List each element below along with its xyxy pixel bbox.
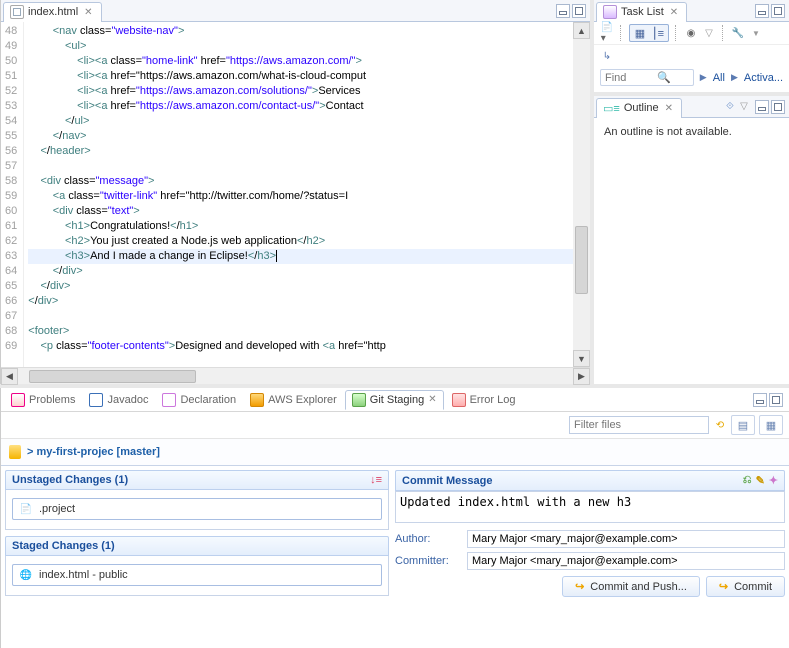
file-label: index.html - public: [39, 569, 128, 581]
file-icon: 📄: [19, 502, 33, 516]
committer-label: Committer:: [395, 555, 461, 567]
maximize-icon[interactable]: [769, 393, 783, 407]
task-find-field[interactable]: [605, 72, 653, 84]
maximize-icon[interactable]: [771, 100, 785, 114]
commit-message-panel: Commit Message ⎌ ✎ ✦: [395, 470, 785, 526]
expand-icon[interactable]: ▶: [731, 72, 738, 83]
task-filter-all[interactable]: All: [713, 72, 725, 84]
staged-title: Staged Changes (1): [12, 540, 115, 552]
repository-icon: [9, 445, 21, 459]
aws-icon: [250, 393, 264, 407]
task-find-input[interactable]: 🔍: [600, 69, 694, 86]
outline-icon: ▭≡: [603, 102, 620, 115]
refresh-icon[interactable]: ⟲: [713, 418, 727, 432]
unstaged-title: Unstaged Changes (1): [12, 474, 128, 486]
changeid-icon[interactable]: ✦: [769, 474, 778, 487]
committer-input[interactable]: [467, 552, 785, 570]
tab-error-log[interactable]: Error Log: [446, 391, 522, 409]
synchronize-icon[interactable]: 🔧: [731, 26, 745, 40]
author-input[interactable]: [467, 530, 785, 548]
commit-and-push-button[interactable]: ↪Commit and Push...: [562, 576, 700, 597]
author-label: Author:: [395, 533, 461, 545]
new-task-icon[interactable]: 📄▾: [600, 26, 614, 40]
amend-icon[interactable]: ⎌: [743, 474, 752, 487]
javadoc-icon: [89, 393, 103, 407]
close-icon[interactable]: ✕: [82, 7, 94, 18]
minimize-icon[interactable]: [755, 4, 769, 18]
signoff-icon[interactable]: ✎: [756, 474, 765, 487]
horizontal-scrollbar[interactable]: ◀▶: [1, 367, 590, 384]
editor-pane: index.html ✕ 484950515253545556575859606…: [0, 0, 594, 384]
filter-files-input[interactable]: [569, 416, 709, 434]
task-filter-activate[interactable]: Activa...: [744, 72, 783, 84]
task-list-icon: [603, 5, 617, 19]
close-icon[interactable]: ✕: [428, 394, 436, 405]
task-list-title: Task List: [621, 6, 664, 18]
bottom-view-tabs: Problems Javadoc Declaration AWS Explore…: [1, 388, 789, 412]
git-icon: [352, 393, 366, 407]
layout-horizontal-icon[interactable]: ▤: [734, 417, 752, 433]
minimize-icon[interactable]: [753, 393, 767, 407]
minimize-icon[interactable]: [755, 100, 769, 114]
tab-git-staging[interactable]: Git Staging✕: [345, 390, 444, 410]
html-file-icon: [10, 5, 24, 19]
editor-tabbar: index.html ✕: [1, 0, 590, 22]
collapse-icon[interactable]: ↳: [600, 49, 614, 63]
file-label: .project: [39, 503, 75, 515]
link-icon[interactable]: ⟐: [723, 100, 737, 114]
file-icon: 🌐: [19, 568, 33, 582]
dropdown-icon[interactable]: ▼: [749, 26, 763, 40]
task-filter-segment[interactable]: ▦ ⎮≡: [629, 24, 669, 42]
close-icon[interactable]: ✕: [668, 7, 680, 18]
view-menu-icon[interactable]: ▽: [702, 26, 716, 40]
commit-button[interactable]: ↪Commit: [706, 576, 785, 597]
outline-title: Outline: [624, 102, 659, 114]
tab-declaration[interactable]: Declaration: [156, 391, 242, 409]
unstaged-changes-panel: Unstaged Changes (1) ↓≡ 📄 .project: [5, 470, 389, 530]
vertical-scrollbar[interactable]: ▲▼: [573, 22, 590, 367]
editor-tab-index-html[interactable]: index.html ✕: [3, 2, 102, 22]
file-item[interactable]: 📄 .project: [12, 498, 382, 520]
file-item[interactable]: 🌐 index.html - public: [12, 564, 382, 586]
editor-tab-label: index.html: [28, 6, 78, 18]
tab-problems[interactable]: Problems: [5, 391, 81, 409]
problems-icon: [11, 393, 25, 407]
minimize-icon[interactable]: [556, 4, 570, 18]
tab-aws-explorer[interactable]: AWS Explorer: [244, 391, 343, 409]
commit-message-input[interactable]: [395, 491, 785, 523]
declaration-icon: [162, 393, 176, 407]
task-list-tab[interactable]: Task List ✕: [596, 2, 687, 22]
outline-view: ▭≡ Outline ✕ ⟐ ▽ An outline is not avail…: [594, 96, 789, 384]
error-log-icon: [452, 393, 466, 407]
expand-icon[interactable]: ▶: [700, 72, 707, 83]
categorized-icon: ▦: [632, 26, 648, 40]
task-list-view: Task List ✕ 📄▾ ▦ ⎮≡ ◉ ▽: [594, 0, 789, 96]
repo-header: > my-first-projec [master]: [1, 439, 789, 466]
line-number-gutter: 4849505152535455565758596061626364656667…: [1, 22, 24, 367]
code-editor[interactable]: 4849505152535455565758596061626364656667…: [1, 22, 590, 367]
outline-body: An outline is not available.: [594, 118, 789, 146]
close-icon[interactable]: ✕: [663, 103, 675, 114]
focus-icon[interactable]: ◉: [684, 26, 698, 40]
commit-title: Commit Message: [402, 475, 492, 487]
sort-icon[interactable]: ↓≡: [370, 474, 382, 486]
search-icon[interactable]: 🔍: [657, 71, 671, 84]
maximize-icon[interactable]: [572, 4, 586, 18]
repo-label: > my-first-projec [master]: [27, 446, 160, 458]
view-menu-icon[interactable]: ▽: [737, 100, 751, 114]
layout-columns-icon[interactable]: ▦: [762, 417, 780, 433]
tab-javadoc[interactable]: Javadoc: [83, 391, 154, 409]
maximize-icon[interactable]: [771, 4, 785, 18]
scheduled-icon: ⎮≡: [650, 26, 666, 40]
staged-changes-panel: Staged Changes (1) 🌐 index.html - public: [5, 536, 389, 596]
outline-tab[interactable]: ▭≡ Outline ✕: [596, 98, 682, 118]
